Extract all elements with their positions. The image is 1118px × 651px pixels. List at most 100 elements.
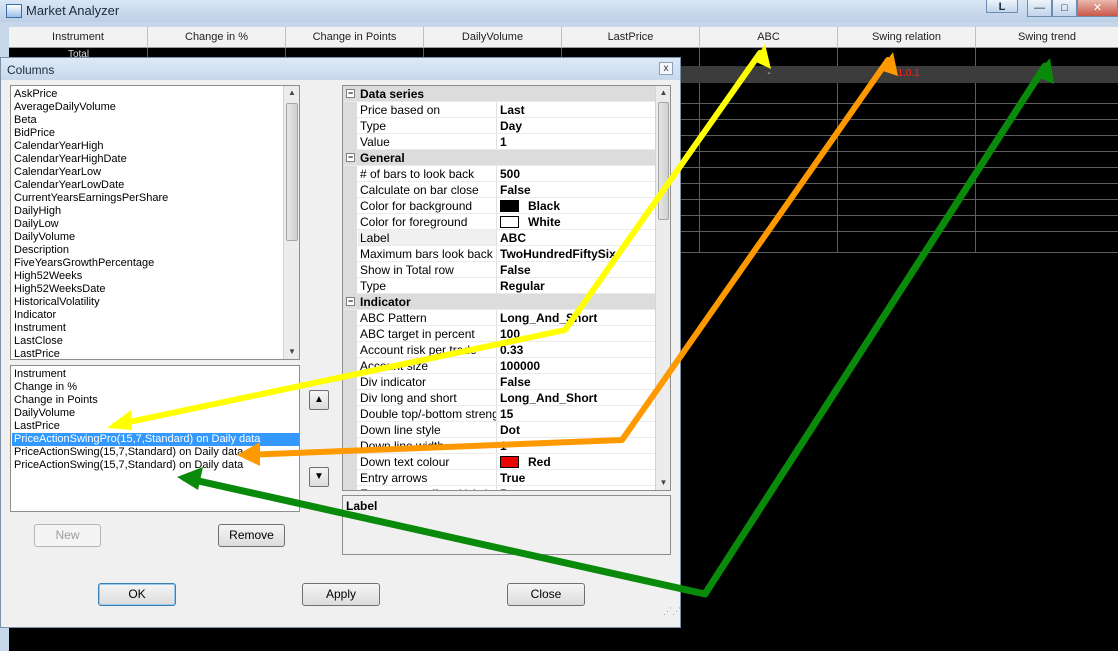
property-row[interactable]: Price based on Last <box>343 102 655 118</box>
available-column-item[interactable]: High52WeeksDate <box>14 283 106 296</box>
available-column-item[interactable]: High52Weeks <box>14 270 82 283</box>
property-value[interactable]: Long_And_Short <box>500 310 655 325</box>
main-window-titlebar[interactable] <box>0 0 1118 22</box>
property-category[interactable]: − Data series <box>343 86 655 102</box>
property-category[interactable]: − General <box>343 150 655 166</box>
column-header-change-percent[interactable]: Change in % <box>148 27 286 48</box>
new-button[interactable]: New <box>34 524 101 547</box>
property-row[interactable]: ABC target in percent 100 <box>343 326 655 342</box>
available-column-item[interactable]: CalendarYearLowDate <box>14 179 124 192</box>
property-row[interactable]: Calculate on bar close False <box>343 182 655 198</box>
property-row[interactable]: Color for foreground White <box>343 214 655 230</box>
property-row[interactable]: Down text colour Red <box>343 454 655 470</box>
column-header-abc[interactable]: ABC <box>700 27 838 48</box>
property-row[interactable]: Label ABC <box>343 230 655 246</box>
property-row[interactable]: Entry arrow offset (ticks)5 <box>343 486 655 490</box>
selected-column-item[interactable]: Change in % <box>14 381 77 394</box>
available-columns-scrollbar[interactable]: ▲ ▼ <box>283 86 299 359</box>
close-window-button[interactable]: ✕ <box>1077 0 1118 17</box>
layout-button[interactable]: L <box>986 0 1018 13</box>
property-value[interactable]: True <box>500 470 655 485</box>
property-value[interactable]: ABC <box>500 230 655 245</box>
minimize-button[interactable]: — <box>1027 0 1052 17</box>
property-value[interactable]: False <box>500 182 655 197</box>
property-row[interactable]: Double top/-bottom strength 15 <box>343 406 655 422</box>
property-row[interactable]: Down line style Dot <box>343 422 655 438</box>
property-value[interactable]: Dot <box>500 422 655 437</box>
properties-scrollbar[interactable]: ▲ ▼ <box>655 86 670 490</box>
property-value[interactable]: 100 <box>500 326 655 341</box>
property-value[interactable]: 15 <box>500 406 655 421</box>
property-value[interactable]: False <box>500 262 655 277</box>
scrollbar-thumb[interactable] <box>286 103 298 241</box>
maximize-button[interactable]: □ <box>1052 0 1077 17</box>
selected-column-item[interactable]: PriceActionSwingPro(15,7,Standard) on Da… <box>12 433 299 446</box>
move-up-button[interactable]: ▲ <box>309 390 329 410</box>
available-column-item[interactable]: CurrentYearsEarningsPerShare <box>14 192 168 205</box>
column-header-instrument[interactable]: Instrument <box>9 27 148 48</box>
available-column-item[interactable]: DailyVolume <box>14 231 75 244</box>
resize-grip-icon[interactable]: ⋰⋰ <box>663 607 681 620</box>
move-down-button[interactable]: ▼ <box>309 467 329 487</box>
property-value[interactable]: False <box>500 374 655 389</box>
property-row[interactable]: Show in Total row False <box>343 262 655 278</box>
collapse-icon[interactable]: − <box>346 297 355 306</box>
property-row[interactable]: Type Regular <box>343 278 655 294</box>
apply-button[interactable]: Apply <box>302 583 380 606</box>
dialog-close-icon[interactable]: x <box>659 62 673 75</box>
property-value[interactable]: 5 <box>500 486 655 490</box>
ok-button[interactable]: OK <box>98 583 176 606</box>
available-column-item[interactable]: DailyLow <box>14 218 59 231</box>
property-value[interactable]: 1 <box>500 438 655 453</box>
property-value[interactable]: TwoHundredFiftySix <box>500 246 655 261</box>
selected-column-item[interactable]: PriceActionSwing(15,7,Standard) on Daily… <box>14 459 243 472</box>
selected-column-item[interactable]: PriceActionSwing(15,7,Standard) on Daily… <box>14 446 243 459</box>
property-row[interactable]: Down line width 1 <box>343 438 655 454</box>
available-column-item[interactable]: LastPrice <box>14 348 60 359</box>
property-row[interactable]: ABC Pattern Long_And_Short <box>343 310 655 326</box>
property-value[interactable]: White <box>500 214 655 229</box>
selected-column-item[interactable]: LastPrice <box>14 420 60 433</box>
available-column-item[interactable]: Indicator <box>14 309 56 322</box>
available-column-item[interactable]: CalendarYearLow <box>14 166 101 179</box>
close-button[interactable]: Close <box>507 583 585 606</box>
collapse-icon[interactable]: − <box>346 89 355 98</box>
selected-column-item[interactable]: Change in Points <box>14 394 98 407</box>
properties-grid[interactable]: − Data series Price based on Last Type Day Val… <box>342 85 671 491</box>
property-value[interactable]: Long_And_Short <box>500 390 655 405</box>
available-column-item[interactable]: LastClose <box>14 335 63 348</box>
property-row[interactable]: Div indicator False <box>343 374 655 390</box>
scroll-up-icon[interactable]: ▲ <box>284 88 299 97</box>
property-row[interactable]: Account size 100000 <box>343 358 655 374</box>
available-column-item[interactable]: AskPrice <box>14 88 57 101</box>
property-value[interactable]: 100000 <box>500 358 655 373</box>
available-column-item[interactable]: HistoricalVolatility <box>14 296 100 309</box>
available-column-item[interactable]: Beta <box>14 114 37 127</box>
available-column-item[interactable]: Description <box>14 244 69 257</box>
available-column-item[interactable]: CalendarYearHighDate <box>14 153 127 166</box>
property-value[interactable]: Day <box>500 118 655 133</box>
available-columns-list[interactable]: AskPrice AverageDailyVolume Beta BidPrice Ca… <box>10 85 300 360</box>
remove-button[interactable]: Remove <box>218 524 285 547</box>
selected-column-item[interactable]: DailyVolume <box>14 407 75 420</box>
available-column-item[interactable]: Instrument <box>14 322 66 335</box>
property-row[interactable]: # of bars to look back 500 <box>343 166 655 182</box>
scroll-up-icon[interactable]: ▲ <box>656 88 670 97</box>
property-value[interactable]: Black <box>500 198 655 213</box>
column-header-last-price[interactable]: LastPrice <box>562 27 700 48</box>
property-row[interactable]: Color for background Black <box>343 198 655 214</box>
property-category[interactable]: − Indicator <box>343 294 655 310</box>
available-column-item[interactable]: FiveYearsGrowthPercentage <box>14 257 154 270</box>
scrollbar-thumb[interactable] <box>658 102 669 220</box>
property-value[interactable]: Regular <box>500 278 655 293</box>
property-row[interactable]: Entry arrows True <box>343 470 655 486</box>
column-header-swing-trend[interactable]: Swing trend <box>976 27 1118 48</box>
property-value[interactable]: 0.33 <box>500 342 655 357</box>
scroll-down-icon[interactable]: ▼ <box>656 478 670 487</box>
column-header-swing-relation[interactable]: Swing relation <box>838 27 976 48</box>
scroll-down-icon[interactable]: ▼ <box>284 347 299 356</box>
available-column-item[interactable]: AverageDailyVolume <box>14 101 116 114</box>
selected-columns-list[interactable]: Instrument Change in % Change in Points Dai… <box>10 365 300 512</box>
property-value[interactable]: Red <box>500 454 655 469</box>
property-value[interactable]: 500 <box>500 166 655 181</box>
